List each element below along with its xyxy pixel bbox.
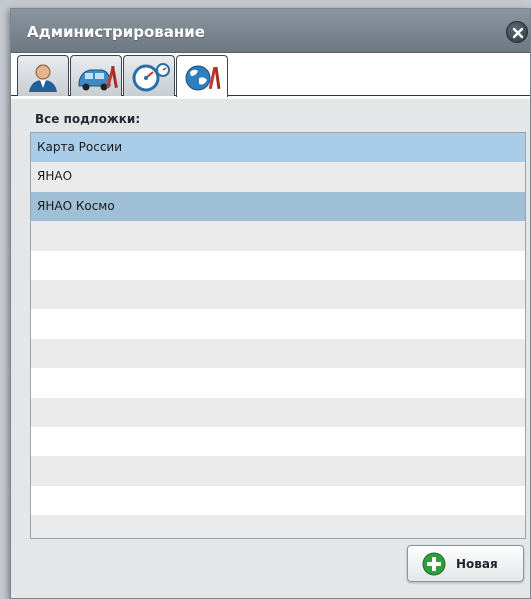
list-item[interactable] bbox=[31, 338, 525, 369]
tab-strip bbox=[11, 53, 530, 99]
list-item[interactable] bbox=[31, 456, 525, 486]
window-titlebar[interactable]: Администрирование bbox=[11, 9, 530, 53]
list-item[interactable] bbox=[31, 250, 525, 280]
user-icon bbox=[29, 64, 57, 92]
tab-sensors[interactable] bbox=[123, 55, 175, 96]
car-settings-icon bbox=[78, 65, 118, 91]
close-button[interactable] bbox=[506, 21, 528, 43]
list-item[interactable] bbox=[31, 397, 525, 427]
admin-window: Администрирование Все подложки: Карта Ро… bbox=[10, 8, 531, 599]
list-item[interactable]: ЯНАО bbox=[31, 162, 525, 192]
new-button-label: Новая bbox=[456, 557, 498, 571]
list-item[interactable] bbox=[31, 426, 525, 457]
tab-map-layers[interactable] bbox=[176, 55, 228, 97]
list-item[interactable] bbox=[31, 485, 525, 516]
list-item[interactable] bbox=[31, 221, 525, 251]
tab-vehicles[interactable] bbox=[70, 55, 122, 96]
list-item[interactable]: ЯНАО Космо bbox=[31, 191, 525, 222]
new-button[interactable]: Новая bbox=[407, 545, 524, 582]
window-title: Администрирование bbox=[27, 23, 205, 41]
layers-list[interactable]: Карта России ЯНАО ЯНАО Космо bbox=[30, 132, 526, 539]
section-label: Все подложки: bbox=[35, 112, 141, 126]
speedometer-icon bbox=[132, 63, 170, 92]
add-icon bbox=[422, 552, 446, 576]
list-item[interactable] bbox=[31, 368, 525, 398]
globe-tools-icon bbox=[185, 65, 221, 91]
tab-users[interactable] bbox=[17, 55, 69, 96]
list-item[interactable] bbox=[31, 279, 525, 310]
list-item[interactable] bbox=[31, 309, 525, 339]
close-icon bbox=[512, 27, 524, 39]
list-item[interactable] bbox=[31, 515, 525, 538]
list-item[interactable]: Карта России bbox=[31, 133, 525, 163]
